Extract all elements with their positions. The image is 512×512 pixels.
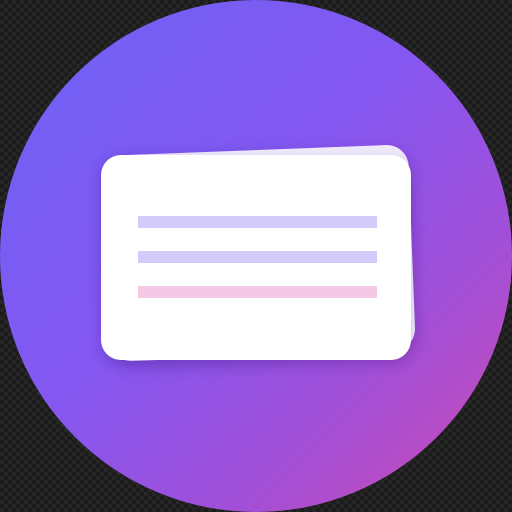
text-line-3 bbox=[138, 286, 377, 298]
text-line-2 bbox=[138, 251, 377, 263]
app-icon-circle bbox=[0, 0, 512, 512]
text-card-icon bbox=[101, 155, 411, 360]
text-line-1 bbox=[138, 216, 377, 228]
transparent-background bbox=[0, 0, 512, 512]
